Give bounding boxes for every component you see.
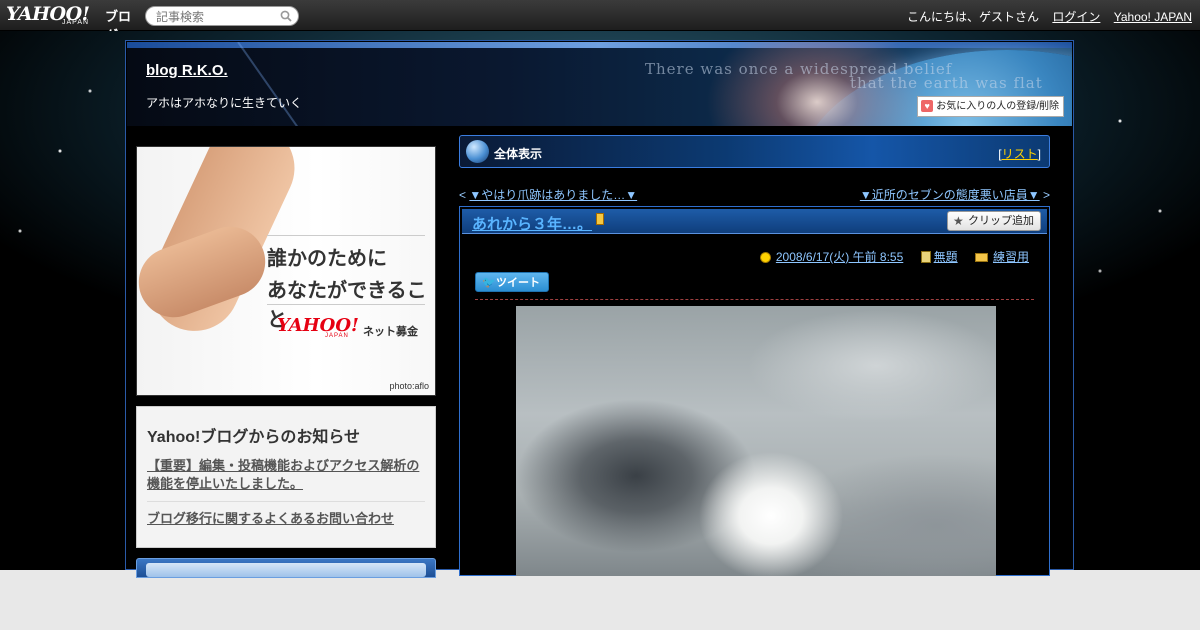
header-diagonal-line — [237, 42, 302, 126]
prev-article-link[interactable]: ▼やはり爪跡はありました…▼ — [469, 188, 637, 202]
clip-button-label: クリップ追加 — [968, 215, 1034, 227]
list-link[interactable]: リスト — [1002, 147, 1038, 161]
search-icon[interactable] — [280, 10, 292, 22]
post-category-link[interactable]: 練習用 — [993, 250, 1029, 264]
top-navigation-bar: YAHOO! JAPAN ブログ こんにちは、ゲストさん ログイン Yahoo!… — [0, 0, 1200, 43]
notice-title: Yahoo!ブログからのお知らせ — [147, 429, 361, 446]
view-mode-bar: 全体表示 [リスト] — [459, 135, 1050, 168]
clip-add-button[interactable]: ★ クリップ追加 — [947, 211, 1041, 231]
blog-title[interactable]: blog R.K.O. — [146, 62, 228, 79]
sidebar-module-header — [146, 563, 426, 577]
sidebar-module — [136, 558, 436, 578]
prev-article: < ▼やはり爪跡はありました…▼ — [459, 186, 637, 203]
post-theme: 無題 — [920, 250, 958, 264]
post-meta: 2008/6/17(火) 午前 8:55 無題 練習用 — [746, 248, 1029, 265]
next-mark: > — [1042, 188, 1050, 202]
quote-line-2: that the earth was flat — [850, 74, 1043, 92]
ad-yahoo-logo-sub: JAPAN — [325, 333, 349, 339]
search-input[interactable] — [154, 8, 278, 26]
blog-frame: There was once a widespread belief that … — [125, 40, 1074, 578]
ad-rule-bottom — [267, 304, 425, 305]
donation-ad-banner[interactable]: 誰かのために あなたができること YAHOO! JAPAN ネット募金 phot… — [136, 146, 436, 396]
list-bracket-close: ] — [1037, 147, 1041, 161]
post-date-link[interactable]: 2008/6/17(火) 午前 8:55 — [776, 250, 903, 264]
tweet-button-label: ツイート — [496, 277, 540, 289]
next-article-link[interactable]: ▼近所のセブンの態度悪い店員▼ — [860, 188, 1040, 202]
logo-japan: JAPAN — [62, 19, 90, 26]
list-toggle: [リスト] — [998, 145, 1041, 162]
post-divider — [475, 299, 1034, 300]
post-photo-cloudy-sky — [516, 306, 996, 576]
notice-link-important[interactable]: 【重要】編集・投稿機能およびアクセス解析の機能を停止いたしました。 — [147, 457, 425, 502]
login-link[interactable]: ログイン — [1052, 10, 1100, 24]
yahoo-japan-link[interactable]: Yahoo! JAPAN — [1114, 10, 1192, 24]
post-title: あれから３年…。 — [472, 216, 593, 233]
ad-photo-credit: photo:aflo — [389, 381, 429, 391]
globe-icon — [466, 140, 489, 163]
favorite-register-button[interactable]: ♥ お気に入りの人の登録/削除 — [917, 96, 1064, 117]
header-quote: There was once a widespread belief that … — [645, 62, 1043, 92]
notice-link-faq[interactable]: ブログ移行に関するよくあるお問い合わせ — [147, 510, 425, 536]
heart-icon: ♥ — [921, 100, 934, 112]
folder-icon — [974, 253, 988, 262]
view-all-label: 全体表示 — [494, 147, 543, 161]
ad-rule-top — [267, 235, 425, 236]
mobile-post-icon — [596, 213, 605, 225]
twitter-bird-icon: 🐦 — [482, 277, 496, 289]
tweet-button[interactable]: 🐦 ツイート — [475, 272, 549, 292]
post-title-link[interactable]: あれから３年…。 — [472, 213, 605, 234]
favorite-button-label: お気に入りの人の登録/削除 — [936, 101, 1059, 112]
blog-description: アホはアホなりに生きていく — [146, 96, 303, 110]
ad-headline-1: 誰かのために — [267, 246, 387, 270]
notice-panel: Yahoo!ブログからのお知らせ 【重要】編集・投稿機能およびアクセス解析の機能… — [136, 406, 436, 548]
post-header: あれから３年…。 ★ クリップ追加 — [462, 209, 1047, 234]
post-theme-link[interactable]: 無題 — [934, 250, 958, 264]
star-icon: ★ — [953, 214, 964, 228]
account-nav: こんにちは、ゲストさん ログイン Yahoo! JAPAN — [897, 8, 1192, 25]
blog-post: あれから３年…。 ★ クリップ追加 2008/6/17(火) 午前 8:55 無… — [459, 206, 1050, 576]
post-category: 練習用 — [974, 250, 1029, 264]
greeting-text: こんにちは、ゲストさん — [907, 10, 1040, 24]
next-article: ▼近所のセブンの態度悪い店員▼ > — [860, 186, 1050, 203]
yahoo-blog-logo[interactable]: YAHOO! JAPAN ブログ — [6, 3, 142, 43]
clock-icon — [759, 252, 771, 263]
ad-donate-label: ネット募金 — [363, 326, 418, 338]
book-icon — [920, 251, 931, 263]
post-date: 2008/6/17(火) 午前 8:55 — [759, 250, 903, 264]
search-box — [145, 6, 299, 26]
prev-mark: < — [459, 188, 467, 202]
blog-header: There was once a widespread belief that … — [127, 42, 1072, 126]
